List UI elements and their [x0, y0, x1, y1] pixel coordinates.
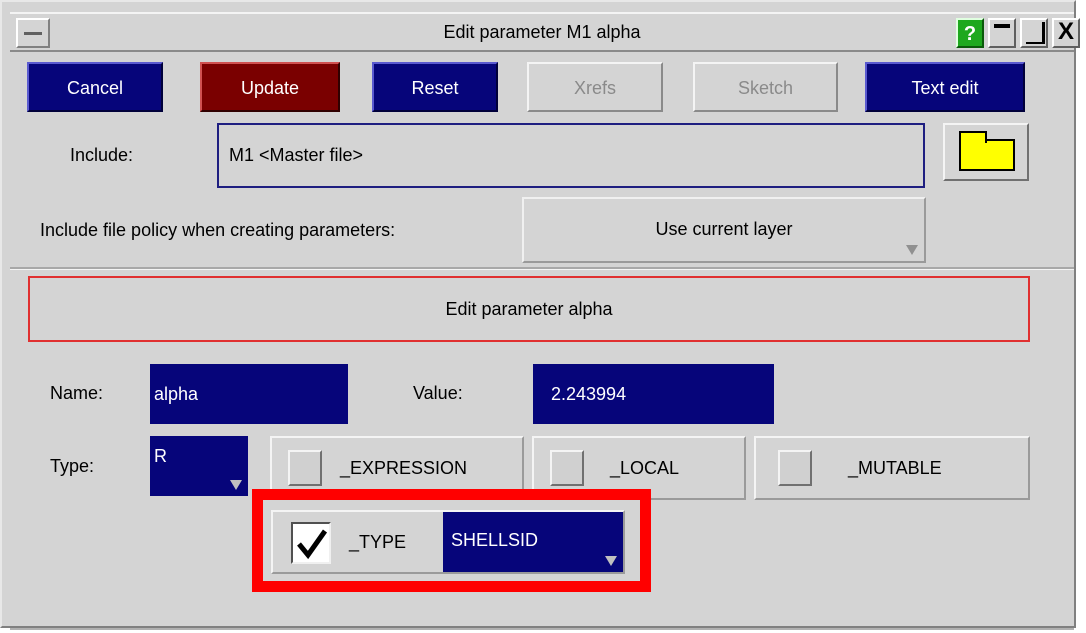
- local-label: _LOCAL: [610, 458, 680, 478]
- include-field[interactable]: M1 <Master file>: [217, 123, 925, 188]
- mutable-checkbox[interactable]: [778, 450, 812, 486]
- checkmark-icon: [297, 529, 328, 560]
- include-value: M1 <Master file>: [229, 145, 364, 165]
- value-label: Value:: [413, 383, 463, 403]
- local-checkbox[interactable]: [550, 450, 584, 486]
- type-value-dropdown[interactable]: SHELLSID: [443, 512, 623, 572]
- dropdown-arrow-icon: [605, 556, 617, 566]
- policy-selected-value: Use current layer: [655, 219, 793, 239]
- text-edit-button[interactable]: Text edit: [865, 62, 1025, 112]
- expression-label: _EXPRESSION: [340, 458, 468, 478]
- section-title: Edit parameter alpha: [28, 276, 1030, 342]
- browse-folder-button[interactable]: [943, 123, 1029, 181]
- help-button[interactable]: ?: [956, 18, 984, 48]
- type-selected-value: R: [154, 446, 167, 466]
- type-option[interactable]: _TYPE SHELLSID: [271, 510, 625, 574]
- maximize-icon[interactable]: [1020, 18, 1048, 48]
- mutable-option[interactable]: _MUTABLE: [754, 436, 1030, 500]
- folder-icon: [959, 131, 1015, 171]
- policy-dropdown[interactable]: Use current layer: [522, 197, 926, 263]
- type-option-label: _TYPE: [349, 532, 407, 552]
- mutable-label: _MUTABLE: [848, 458, 942, 478]
- xrefs-button[interactable]: Xrefs: [527, 62, 663, 112]
- divider: [10, 267, 1074, 270]
- dropdown-arrow-icon: [230, 480, 242, 490]
- cancel-button[interactable]: Cancel: [27, 62, 163, 112]
- value-input[interactable]: 2.243994: [533, 364, 774, 424]
- close-icon[interactable]: X: [1052, 18, 1080, 48]
- title-bar[interactable]: Edit parameter M1 alpha ? X: [10, 12, 1080, 52]
- dropdown-arrow-icon: [906, 245, 918, 255]
- policy-label: Include file policy when creating parame…: [40, 220, 396, 240]
- type-value-text: SHELLSID: [451, 530, 539, 550]
- type-dropdown[interactable]: R: [150, 436, 248, 496]
- update-button[interactable]: Update: [200, 62, 340, 112]
- include-label: Include:: [70, 145, 134, 165]
- reset-button[interactable]: Reset: [372, 62, 498, 112]
- expression-checkbox[interactable]: [288, 450, 322, 486]
- type-checkbox[interactable]: [291, 522, 331, 564]
- name-label: Name:: [50, 383, 104, 403]
- minimize-icon[interactable]: [988, 18, 1016, 48]
- sketch-button[interactable]: Sketch: [693, 62, 838, 112]
- window-title: Edit parameter M1 alpha: [443, 22, 641, 42]
- name-input[interactable]: alpha: [150, 364, 348, 424]
- type-label: Type:: [50, 456, 95, 476]
- bottom-border: [10, 628, 1074, 630]
